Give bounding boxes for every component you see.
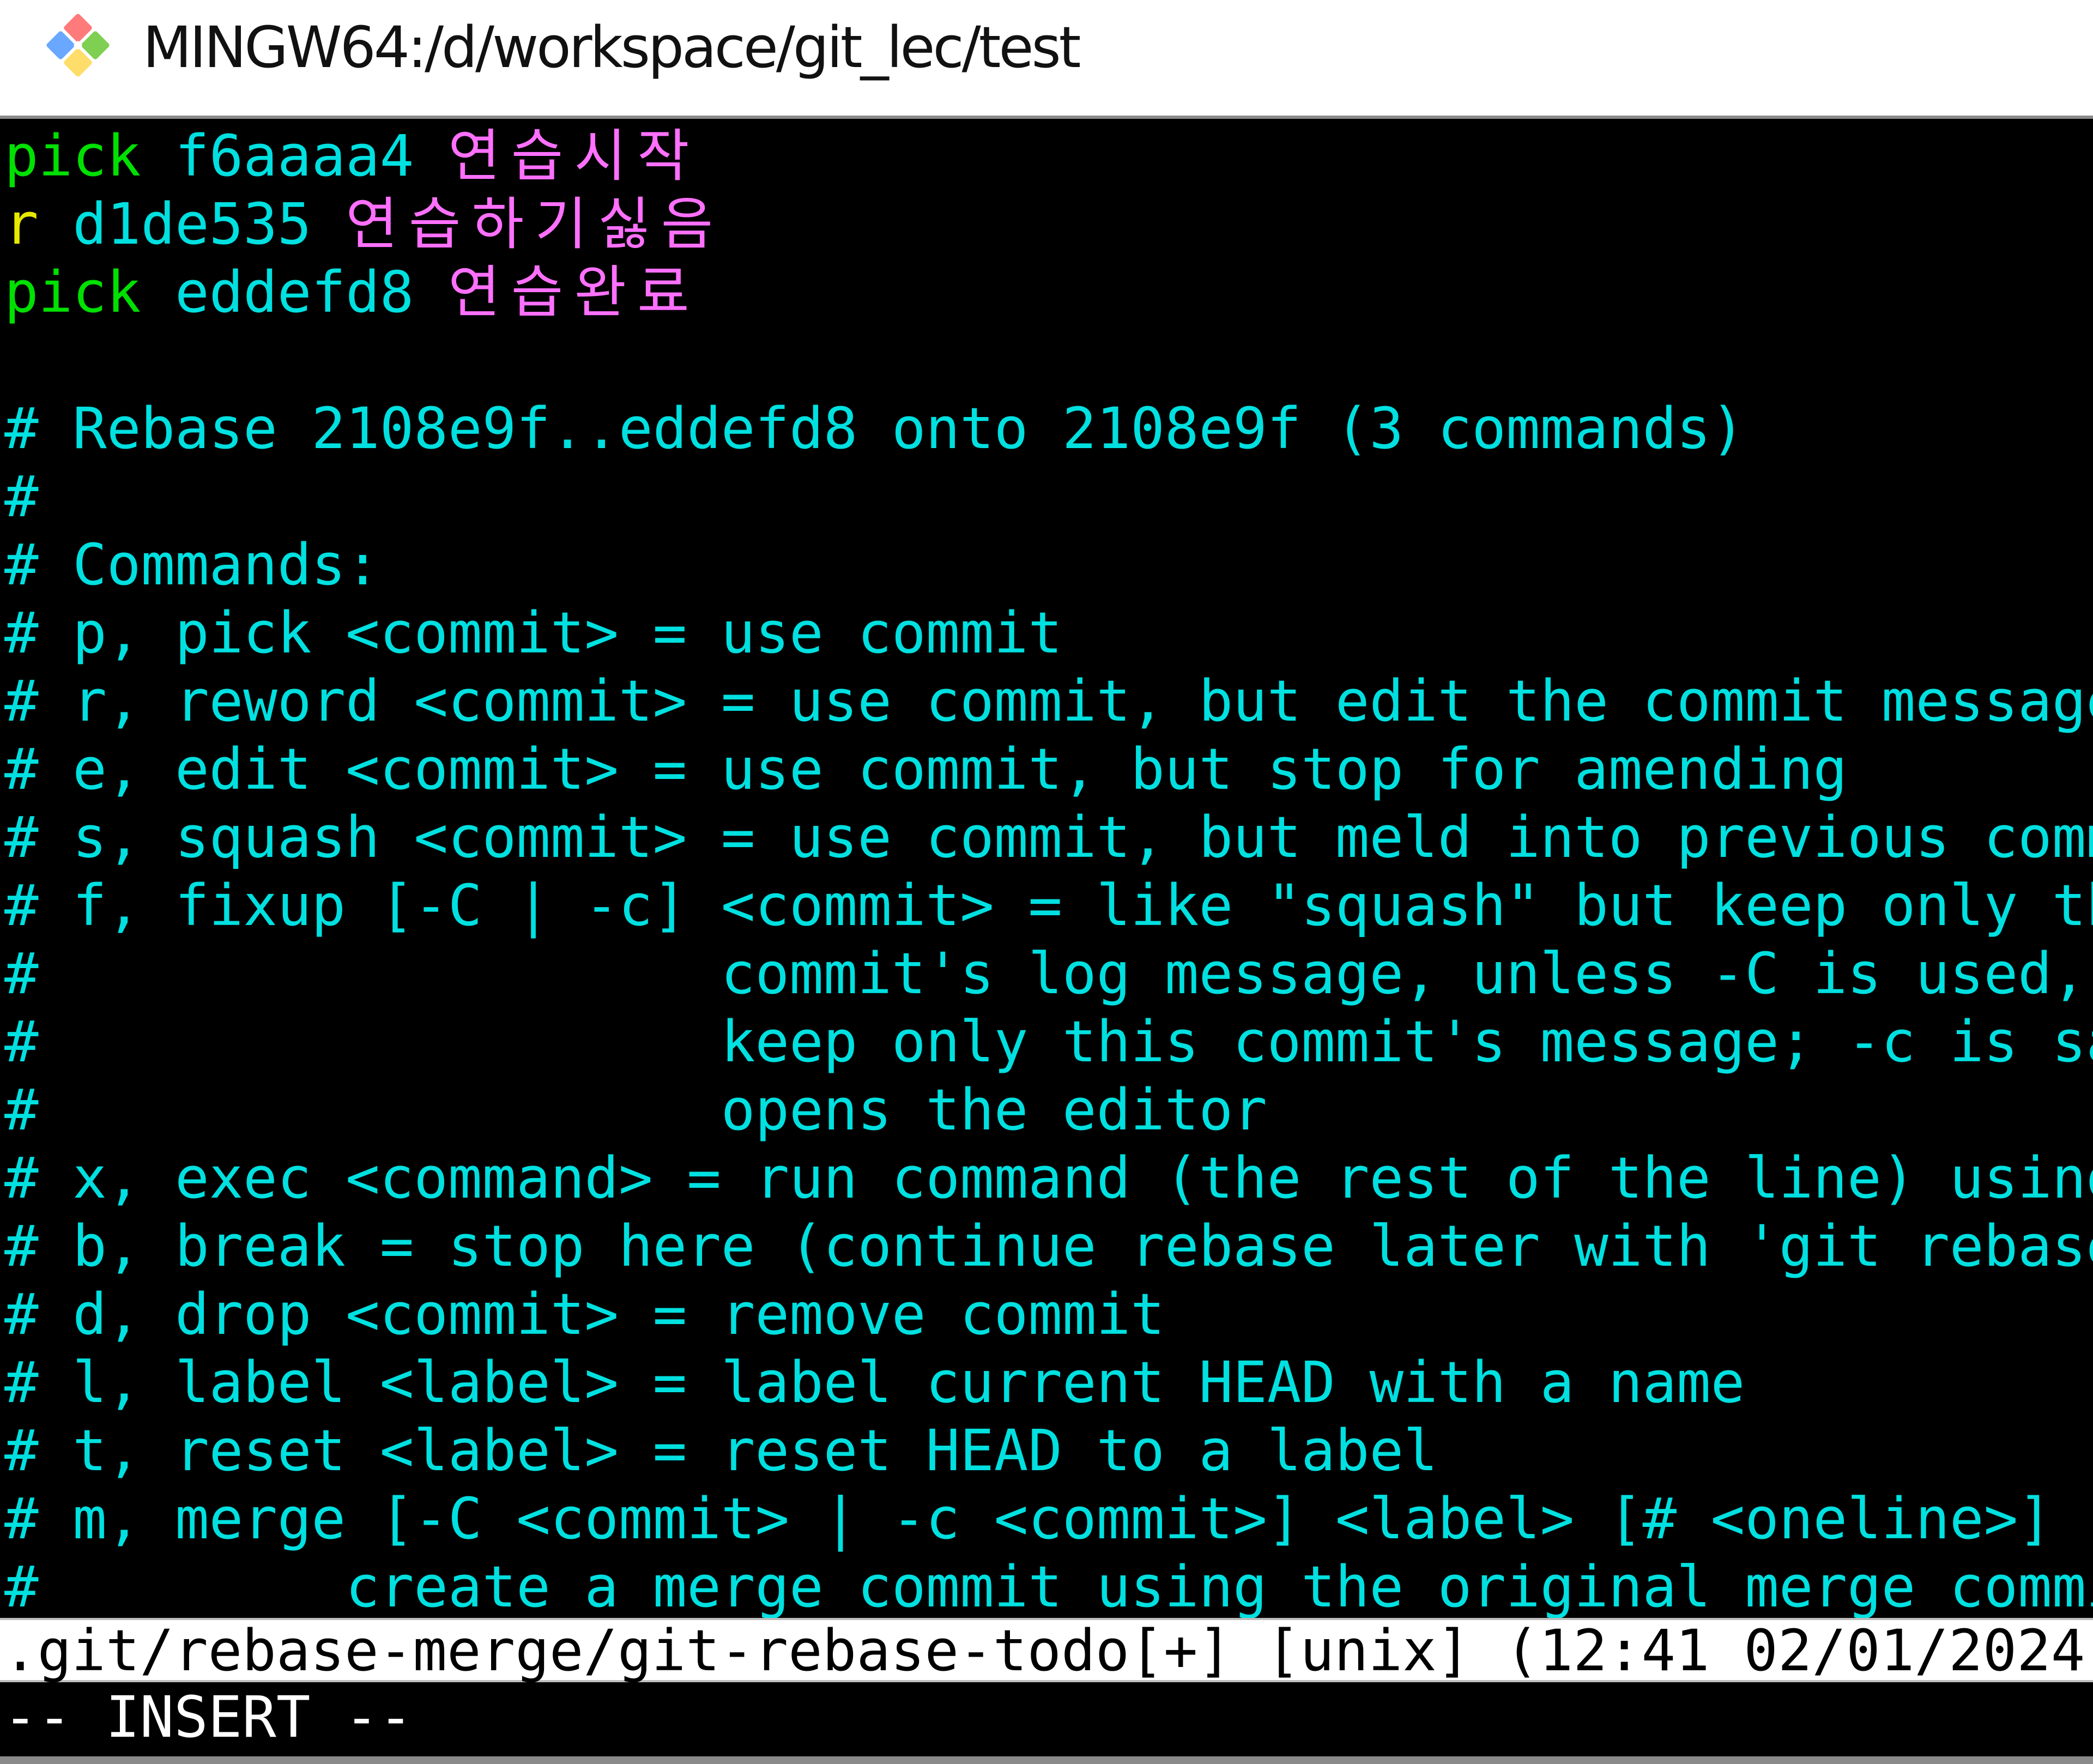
help-line-merge-cont: # create a merge commit using the origin… <box>4 1554 2093 1620</box>
vim-editor[interactable]: pick f6aaaa4 연습시작 r d1de535 연습하기싫음 pick … <box>0 122 2093 1764</box>
help-line-squash: # s, squash <commit> = use commit, but m… <box>4 804 2093 871</box>
help-line-label: # l, label <label> = label current HEAD … <box>4 1349 1745 1416</box>
window-titlebar: MINGW64:/d/workspace/git_lec/test <box>0 0 2093 119</box>
help-line-fixup-cont: # keep only this commit's message; -c is… <box>4 1008 2093 1075</box>
commands-heading-line: # Commands: <box>4 531 380 598</box>
help-line-fixup-cont: # opens the editor <box>4 1077 1267 1143</box>
window-bottom-border <box>0 1756 2093 1764</box>
git-for-windows-icon <box>46 14 110 77</box>
vim-mode-indicator: -- INSERT -- <box>3 1684 413 1750</box>
help-line-fixup-cont: # commit's log message, unless -C is use… <box>4 940 2086 1007</box>
todo-line[interactable]: pick eddefd8 연습완료 <box>4 258 700 327</box>
window-title: MINGW64:/d/workspace/git_lec/test <box>143 14 1081 81</box>
help-line-reword: # r, reword <commit> = use commit, but e… <box>4 668 2093 734</box>
commit-message: 연습하기싫음 <box>346 191 724 257</box>
commit-hash: d1de535 <box>72 191 312 257</box>
commit-message: 연습완료 <box>448 259 700 325</box>
todo-command: pick <box>4 259 141 325</box>
help-line-fixup: # f, fixup [-C | -c] <commit> = like "sq… <box>4 872 2093 939</box>
help-line-reset: # t, reset <label> = reset HEAD to a lab… <box>4 1417 1438 1484</box>
help-line-merge: # m, merge [-C <commit> | -c <commit>] <… <box>4 1485 2052 1552</box>
todo-line[interactable]: r d1de535 연습하기싫음 <box>4 190 724 258</box>
help-line-drop: # d, drop <commit> = remove commit <box>4 1281 1165 1348</box>
todo-line[interactable]: pick f6aaaa4 연습시작 <box>4 122 700 190</box>
commit-hash: eddefd8 <box>175 259 414 325</box>
help-line-break: # b, break = stop here (continue rebase … <box>4 1213 2093 1279</box>
statusline-text: .git/rebase-merge/git-rebase-todo[+] [un… <box>3 1617 2093 1684</box>
help-line-pick: # p, pick <commit> = use commit <box>4 600 1063 666</box>
todo-command: r <box>4 191 39 257</box>
vim-statusline: .git/rebase-merge/git-rebase-todo[+] [un… <box>0 1618 2093 1682</box>
commit-hash: f6aaaa4 <box>175 123 414 189</box>
help-line-edit: # e, edit <commit> = use commit, but sto… <box>4 736 1848 802</box>
commit-message: 연습시작 <box>448 123 700 189</box>
todo-command: pick <box>4 123 141 189</box>
rebase-summary-line: # Rebase 2108e9f..eddefd8 onto 2108e9f (… <box>4 395 1745 462</box>
comment-line: # <box>4 463 39 530</box>
help-line-exec: # x, exec <command> = run command (the r… <box>4 1145 2093 1211</box>
